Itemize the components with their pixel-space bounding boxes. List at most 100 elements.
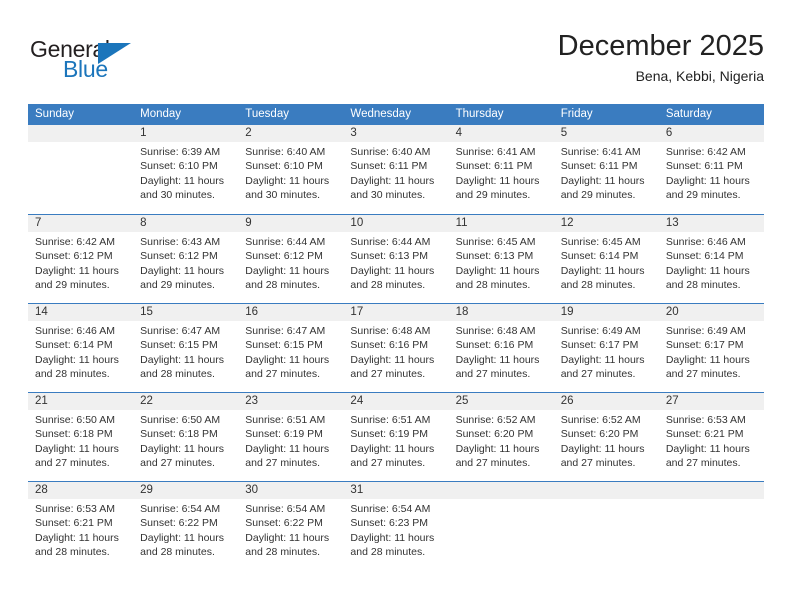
day-detail-line: Daylight: 11 hours — [455, 264, 540, 277]
day-detail-line: Sunset: 6:20 PM — [455, 428, 534, 441]
day-detail-line: and 27 minutes. — [35, 456, 110, 469]
day-number: 22 — [133, 393, 239, 410]
day-number: 15 — [133, 304, 239, 321]
calendar-day-cell[interactable]: 2 Sunrise: 6:40 AM Sunset: 6:10 PM Daylight… — [238, 125, 344, 214]
day-number: 28 — [28, 482, 134, 499]
day-detail-line: and 29 minutes. — [35, 278, 110, 291]
calendar-day-cell[interactable]: 13 Sunrise: 6:46 AM Sunset: 6:14 PM Dayligh… — [658, 215, 764, 303]
day-detail-line: Sunset: 6:16 PM — [350, 339, 429, 352]
calendar-day-cell[interactable]: 25 Sunrise: 6:52 AM Sunset: 6:20 PM Dayligh… — [448, 393, 554, 481]
calendar-day-cell[interactable]: 1 Sunrise: 6:39 AM Sunset: 6:10 PM Daylight… — [133, 125, 239, 214]
calendar-day-cell[interactable]: 14 Sunrise: 6:46 AM Sunset: 6:14 PM Dayligh… — [28, 304, 134, 392]
day-number: 29 — [133, 482, 239, 499]
day-detail-line: Sunset: 6:22 PM — [140, 517, 218, 530]
day-detail-line: Sunrise: 6:49 AM — [560, 325, 641, 337]
day-detail-line: Sunrise: 6:48 AM — [350, 325, 431, 337]
day-detail-line: Sunrise: 6:43 AM — [140, 236, 221, 248]
calendar-day-cell[interactable]: 22 Sunrise: 6:50 AM Sunset: 6:18 PM Dayligh… — [133, 393, 239, 481]
calendar-day-cell[interactable]: 8 Sunrise: 6:43 AM Sunset: 6:12 PM Daylight… — [133, 215, 239, 303]
day-number: 23 — [238, 393, 344, 410]
general-blue-logo[interactable]: General Blue — [30, 36, 170, 88]
day-detail-line: Sunset: 6:15 PM — [245, 339, 323, 352]
day-details: Sunrise: 6:50 AM Sunset: 6:18 PM Daylight:… — [28, 410, 133, 470]
day-number: 16 — [238, 304, 344, 321]
day-detail-line: Sunrise: 6:46 AM — [665, 236, 746, 248]
day-number — [448, 482, 554, 499]
day-detail-line: Sunrise: 6:54 AM — [140, 503, 221, 515]
day-detail-line: Sunset: 6:18 PM — [140, 428, 218, 441]
day-detail-line: Sunrise: 6:45 AM — [455, 236, 536, 248]
calendar-day-cell[interactable]: 20 Sunrise: 6:49 AM Sunset: 6:17 PM Dayligh… — [658, 304, 764, 392]
day-number: 8 — [133, 215, 239, 232]
day-details: Sunrise: 6:44 AM Sunset: 6:13 PM Daylight:… — [343, 232, 448, 292]
day-detail-line: Daylight: 11 hours — [245, 353, 330, 366]
day-details: Sunrise: 6:46 AM Sunset: 6:14 PM Daylight:… — [659, 232, 764, 292]
day-detail-line: and 29 minutes. — [455, 188, 531, 201]
calendar-day-cell[interactable]: 7 Sunrise: 6:42 AM Sunset: 6:12 PM Daylight… — [28, 215, 134, 303]
day-details: Sunrise: 6:52 AM Sunset: 6:20 PM Daylight:… — [554, 410, 659, 470]
day-detail-line: Daylight: 11 hours — [245, 264, 330, 277]
calendar-week-row: 28 Sunrise: 6:53 AM Sunset: 6:21 PM Dayligh… — [28, 481, 764, 570]
calendar-day-cell[interactable]: 16 Sunrise: 6:47 AM Sunset: 6:15 PM Dayligh… — [238, 304, 344, 392]
calendar-day-cell[interactable]: 19 Sunrise: 6:49 AM Sunset: 6:17 PM Dayligh… — [553, 304, 659, 392]
day-detail-line: and 27 minutes. — [350, 456, 426, 469]
calendar-day-cell-empty — [553, 482, 659, 570]
day-details: Sunrise: 6:41 AM Sunset: 6:11 PM Daylight:… — [554, 142, 659, 202]
calendar-day-cell-empty — [448, 482, 554, 570]
calendar-day-cell[interactable]: 4 Sunrise: 6:41 AM Sunset: 6:11 PM Daylight… — [448, 125, 554, 214]
day-detail-line: Sunrise: 6:42 AM — [35, 236, 115, 248]
calendar-day-cell[interactable]: 9 Sunrise: 6:44 AM Sunset: 6:12 PM Daylight… — [238, 215, 344, 303]
calendar-day-cell[interactable]: 26 Sunrise: 6:52 AM Sunset: 6:20 PM Dayligh… — [553, 393, 659, 481]
day-detail-line: Sunset: 6:14 PM — [665, 250, 744, 263]
weekday-header-saturday: Saturday — [665, 108, 712, 120]
weekday-header-friday: Friday — [560, 108, 593, 120]
day-detail-line: Sunrise: 6:51 AM — [245, 414, 326, 426]
calendar-day-cell[interactable]: 11 Sunrise: 6:45 AM Sunset: 6:13 PM Dayligh… — [448, 215, 554, 303]
day-detail-line: and 27 minutes. — [245, 456, 320, 469]
calendar-day-cell[interactable]: 24 Sunrise: 6:51 AM Sunset: 6:19 PM Dayligh… — [343, 393, 449, 481]
calendar-day-cell[interactable]: 18 Sunrise: 6:48 AM Sunset: 6:16 PM Dayligh… — [448, 304, 554, 392]
day-number — [553, 482, 659, 499]
calendar-day-cell[interactable]: 15 Sunrise: 6:47 AM Sunset: 6:15 PM Dayligh… — [133, 304, 239, 392]
calendar-day-cell[interactable]: 5 Sunrise: 6:41 AM Sunset: 6:11 PM Daylight… — [553, 125, 659, 214]
calendar-day-cell[interactable]: 23 Sunrise: 6:51 AM Sunset: 6:19 PM Dayligh… — [238, 393, 344, 481]
day-detail-line: Sunrise: 6:45 AM — [560, 236, 641, 248]
calendar-day-cell[interactable]: 29 Sunrise: 6:54 AM Sunset: 6:22 PM Dayligh… — [133, 482, 239, 570]
day-detail-line: Sunset: 6:17 PM — [560, 339, 639, 352]
calendar-day-cell[interactable]: 10 Sunrise: 6:44 AM Sunset: 6:13 PM Dayligh… — [343, 215, 449, 303]
day-number: 4 — [448, 125, 554, 142]
calendar-day-cell[interactable]: 6 Sunrise: 6:42 AM Sunset: 6:11 PM Daylight… — [658, 125, 764, 214]
day-details: Sunrise: 6:49 AM Sunset: 6:17 PM Daylight:… — [554, 321, 659, 381]
calendar-day-cell[interactable]: 31 Sunrise: 6:54 AM Sunset: 6:23 PM Dayligh… — [343, 482, 449, 570]
day-number — [28, 125, 134, 142]
day-detail-line: and 27 minutes. — [455, 367, 531, 380]
calendar-day-cell[interactable]: 30 Sunrise: 6:54 AM Sunset: 6:22 PM Dayligh… — [238, 482, 344, 570]
day-detail-line: Daylight: 11 hours — [665, 442, 750, 455]
day-detail-line: Daylight: 11 hours — [350, 264, 435, 277]
page-title: December 2025 — [557, 30, 764, 62]
calendar-day-cell[interactable]: 3 Sunrise: 6:40 AM Sunset: 6:11 PM Daylight… — [343, 125, 449, 214]
day-detail-line: and 27 minutes. — [245, 367, 320, 380]
day-detail-line: Daylight: 11 hours — [35, 353, 119, 366]
day-details: Sunrise: 6:53 AM Sunset: 6:21 PM Daylight:… — [659, 410, 764, 470]
day-detail-line: Sunset: 6:10 PM — [140, 160, 218, 173]
calendar-day-cell[interactable]: 17 Sunrise: 6:48 AM Sunset: 6:16 PM Dayligh… — [343, 304, 449, 392]
day-detail-line: and 27 minutes. — [560, 456, 636, 469]
day-number: 12 — [553, 215, 659, 232]
day-details: Sunrise: 6:41 AM Sunset: 6:11 PM Daylight:… — [449, 142, 554, 202]
day-detail-line: Sunrise: 6:40 AM — [350, 146, 431, 158]
calendar-day-cell[interactable]: 28 Sunrise: 6:53 AM Sunset: 6:21 PM Dayligh… — [28, 482, 134, 570]
day-detail-line: Sunrise: 6:44 AM — [350, 236, 431, 248]
day-detail-line: Daylight: 11 hours — [455, 174, 540, 187]
day-detail-line: Daylight: 11 hours — [665, 353, 750, 366]
day-details: Sunrise: 6:54 AM Sunset: 6:23 PM Daylight:… — [343, 499, 448, 559]
day-detail-line: Sunrise: 6:54 AM — [245, 503, 326, 515]
day-detail-line: and 27 minutes. — [665, 456, 741, 469]
calendar-day-cell[interactable]: 27 Sunrise: 6:53 AM Sunset: 6:21 PM Dayligh… — [658, 393, 764, 481]
day-detail-line: and 27 minutes. — [140, 456, 215, 469]
calendar-day-cell[interactable]: 21 Sunrise: 6:50 AM Sunset: 6:18 PM Dayligh… — [28, 393, 134, 481]
day-detail-line: and 28 minutes. — [560, 278, 636, 291]
calendar-day-cell[interactable]: 12 Sunrise: 6:45 AM Sunset: 6:14 PM Dayligh… — [553, 215, 659, 303]
day-detail-line: Daylight: 11 hours — [140, 174, 224, 187]
day-detail-line: Sunrise: 6:47 AM — [245, 325, 326, 337]
